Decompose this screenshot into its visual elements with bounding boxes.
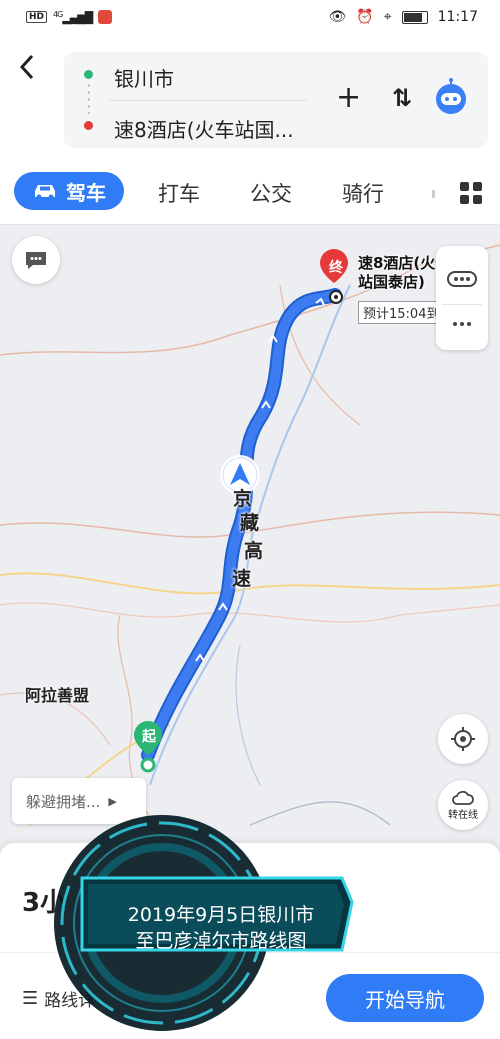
back-button[interactable] [16, 52, 38, 90]
tab-drive[interactable]: 驾车 [14, 172, 124, 210]
start-marker: 起 [142, 729, 156, 745]
origin-dot-icon [84, 70, 93, 79]
list-icon: ☰ [22, 988, 39, 1009]
destination-label-line2: 站国泰店) [358, 273, 425, 291]
add-waypoint-button[interactable]: + [336, 80, 361, 115]
end-marker: 终 [329, 260, 343, 276]
eye-icon: 👁 [328, 9, 347, 25]
tab-transit[interactable]: 公交 [250, 178, 292, 208]
panel-divider [442, 303, 482, 305]
tab-bike[interactable]: 骑行 [342, 178, 384, 208]
clock: 11:17 [437, 9, 478, 25]
robot-assistant-icon [436, 78, 466, 114]
region-label: 阿拉善盟 [25, 686, 90, 705]
status-bar: HD 4G▂▄▆█ 👁 ⏰ ⌖ 11:17 [0, 0, 500, 38]
tab-drive-label: 驾车 [66, 180, 106, 205]
destination-dot-icon [84, 121, 93, 130]
location-icon: ⌖ [383, 9, 392, 25]
locate-me-button[interactable] [438, 714, 488, 764]
online-mode-label: 转在线 [448, 809, 478, 821]
traffic-toggle-icon[interactable] [447, 270, 477, 288]
play-arrow-icon: ▶ [108, 794, 117, 808]
destination-input[interactable]: 速8酒店(火车站国... [114, 114, 294, 143]
message-button[interactable] [12, 236, 60, 284]
alarm-icon: ⏰ [356, 9, 374, 25]
signal-icon: 4G▂▄▆█ [53, 10, 93, 25]
divider [110, 100, 306, 101]
overlay-title: 2019年9月5日银川市 至巴彦淖尔市路线图 [106, 902, 336, 954]
battery-icon [401, 10, 428, 24]
tab-overflow-hint [432, 190, 435, 198]
avoid-congestion-label: 躲避拥堵... [26, 792, 101, 811]
highway-char-4: 速 [232, 568, 252, 590]
status-right: 👁 ⏰ ⌖ 11:17 [329, 9, 478, 25]
route-connector [88, 84, 90, 114]
tab-taxi[interactable]: 打车 [158, 178, 200, 208]
overlay-title-line1: 2019年9月5日银川市 [127, 904, 315, 926]
assistant-button[interactable] [432, 78, 470, 116]
crosshair-icon [451, 727, 475, 751]
hd-icon: HD [26, 11, 48, 24]
microphone-icon [98, 10, 113, 25]
status-left: HD 4G▂▄▆█ [26, 10, 113, 25]
car-icon [35, 185, 55, 200]
overlay-title-line2: 至巴彦淖尔市路线图 [135, 930, 307, 952]
highway-char-1: 京 [233, 488, 253, 510]
map-tools-panel [436, 246, 488, 350]
more-options-icon[interactable] [452, 321, 472, 327]
destination-label-line1: 速8酒店(火 [358, 254, 436, 272]
cloud-icon [452, 790, 474, 805]
eta-tag: 预计15:04到 [358, 301, 445, 324]
online-mode-button[interactable]: 转在线 [438, 780, 488, 830]
highway-char-2: 藏 [240, 512, 260, 534]
chat-bubble-icon [26, 252, 46, 269]
highway-char-3: 高 [244, 540, 264, 562]
swap-route-button[interactable]: ⇅ [392, 84, 412, 112]
destination-map-label: 速8酒店(火 站国泰店) [358, 254, 435, 292]
chevron-left-icon [19, 54, 34, 80]
more-modes-grid-icon[interactable] [460, 182, 482, 204]
origin-input[interactable]: 银川市 [114, 63, 174, 92]
